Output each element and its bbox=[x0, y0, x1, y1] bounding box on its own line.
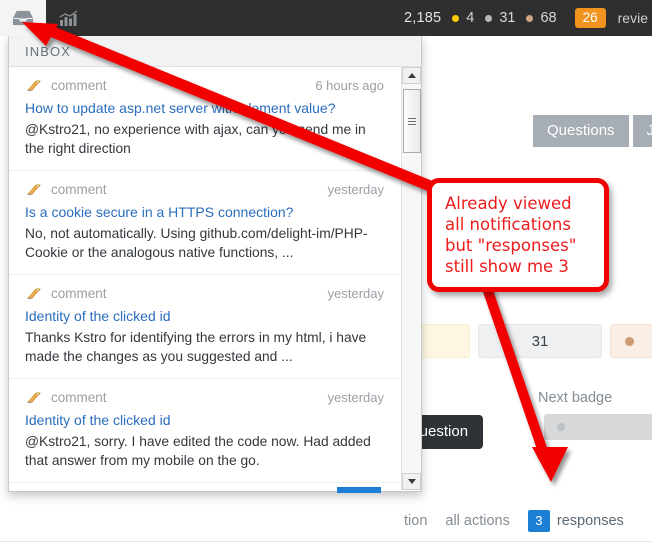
chevron-up-icon bbox=[407, 73, 416, 78]
inbox-item-meta: comment yesterday bbox=[25, 181, 384, 198]
responses-group: 3 responses bbox=[527, 510, 624, 532]
inbox-item-body: @Kstro21, sorry. I have edited the code … bbox=[25, 434, 371, 468]
inbox-item-type: comment bbox=[51, 78, 107, 93]
responses-count-badge[interactable]: 3 bbox=[527, 510, 550, 532]
annotation-callout-text: Already viewed all notifications but "re… bbox=[445, 194, 577, 276]
stats-row: 31 bbox=[398, 324, 652, 358]
next-badge-dot-icon bbox=[557, 423, 565, 431]
inbox-item[interactable]: comment yesterday Identity of the clicke… bbox=[9, 275, 402, 379]
inbox-item-time: yesterday bbox=[327, 390, 384, 405]
inbox-item-meta: comment yesterday bbox=[25, 285, 384, 302]
inbox-dropdown: INBOX comment 6 hours ago How to update … bbox=[8, 36, 422, 492]
scroll-down-button[interactable] bbox=[402, 473, 421, 490]
next-badge-label: Next badge bbox=[538, 390, 613, 406]
inbox-item-title[interactable]: Is a cookie secure in a HTTPS connection… bbox=[25, 203, 384, 221]
gold-badge-dot-icon bbox=[452, 14, 460, 22]
inbox-scrollbar[interactable] bbox=[401, 67, 421, 490]
inbox-item-list[interactable]: comment 6 hours ago How to update asp.ne… bbox=[9, 67, 402, 490]
inbox-item[interactable]: comment yesterday Identity of the clicke… bbox=[9, 379, 402, 483]
inbox-footer-accent bbox=[337, 487, 381, 493]
inbox-item[interactable]: comment yesterday Is a cookie secure in … bbox=[9, 171, 402, 275]
inbox-item-type: comment bbox=[51, 182, 107, 197]
comment-icon bbox=[25, 389, 42, 406]
next-badge-progress[interactable]: Strunk & W bbox=[544, 414, 652, 440]
inbox-item[interactable]: comment 6 hours ago How to update asp.ne… bbox=[9, 67, 402, 171]
bottom-divider bbox=[0, 541, 652, 542]
comment-icon bbox=[25, 181, 42, 198]
comment-icon bbox=[25, 285, 42, 302]
inbox-item-meta: comment yesterday bbox=[25, 389, 384, 406]
top-nav-buttons: Questions Jo bbox=[533, 115, 652, 147]
inbox-dropdown-header: INBOX bbox=[9, 36, 421, 67]
bronze-badge-count[interactable]: 68 bbox=[540, 10, 556, 26]
inbox-icon bbox=[12, 9, 34, 27]
scroll-up-button[interactable] bbox=[402, 67, 421, 84]
bottom-link-truncated[interactable]: tion bbox=[404, 513, 427, 529]
scrollbar-thumb[interactable] bbox=[403, 89, 421, 153]
reputation-area: 2,185 4 31 68 bbox=[404, 10, 557, 26]
inbox-item-type: comment bbox=[51, 286, 107, 301]
inbox-item-title[interactable]: Identity of the clicked id bbox=[25, 307, 384, 325]
bronze-badge-dot bbox=[625, 336, 634, 346]
chart-bar-icon bbox=[58, 9, 80, 27]
inbox-item-body: No, not automatically. Using github.com/… bbox=[25, 226, 368, 260]
inbox-icon-button[interactable] bbox=[0, 0, 46, 36]
top-navigation-bar: 2,185 4 31 68 26 revie bbox=[0, 0, 652, 36]
review-label[interactable]: revie bbox=[618, 10, 648, 26]
inbox-item-body: Thanks Kstro for identifying the errors … bbox=[25, 330, 367, 364]
nav-button-questions[interactable]: Questions bbox=[533, 115, 629, 147]
inbox-item-type: comment bbox=[51, 390, 107, 405]
stat-box-bronze[interactable] bbox=[610, 324, 652, 358]
comment-icon bbox=[25, 77, 42, 94]
gold-badge-count[interactable]: 4 bbox=[466, 10, 474, 26]
inbox-item-time: yesterday bbox=[327, 286, 384, 301]
review-count-badge[interactable]: 26 bbox=[574, 8, 606, 28]
inbox-item-time: 6 hours ago bbox=[315, 78, 384, 93]
responses-label: responses bbox=[556, 513, 624, 529]
achievements-icon-button[interactable] bbox=[46, 0, 92, 36]
grip-icon bbox=[408, 117, 416, 125]
inbox-item-title[interactable]: Identity of the clicked id bbox=[25, 411, 384, 429]
silver-badge-count[interactable]: 31 bbox=[499, 10, 515, 26]
bottom-link-all-actions[interactable]: all actions bbox=[445, 513, 509, 529]
silver-badge-dot-icon bbox=[485, 14, 493, 22]
nav-button-jobs[interactable]: Jo bbox=[632, 115, 652, 147]
inbox-item-meta: comment 6 hours ago bbox=[25, 77, 384, 94]
inbox-item-body: @Kstro21, no experience with ajax, can y… bbox=[25, 122, 366, 156]
annotation-callout: Already viewed all notifications but "re… bbox=[427, 178, 609, 292]
bronze-badge-dot-icon bbox=[526, 14, 534, 22]
bottom-links: tion all actions 3 responses bbox=[404, 510, 624, 532]
reputation-score[interactable]: 2,185 bbox=[404, 10, 441, 26]
chevron-down-icon bbox=[407, 479, 416, 484]
inbox-item-time: yesterday bbox=[327, 182, 384, 197]
inbox-item-title[interactable]: How to update asp.net server with elemen… bbox=[25, 99, 384, 117]
stat-box-views[interactable]: 31 bbox=[478, 324, 602, 358]
